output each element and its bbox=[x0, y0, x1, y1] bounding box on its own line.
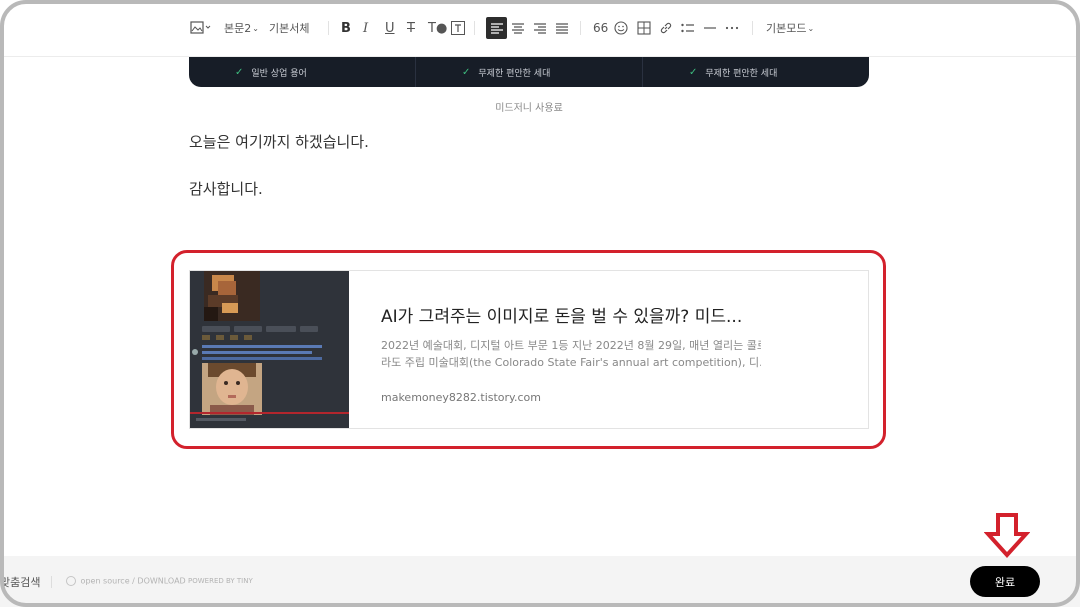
check-icon: ✓ bbox=[689, 66, 698, 78]
strikethrough-icon: T bbox=[407, 20, 415, 36]
banner-feature: ✓ 무제한 편안한 세대 bbox=[643, 57, 869, 87]
check-icon: ✓ bbox=[462, 66, 471, 78]
align-justify-icon bbox=[556, 22, 568, 34]
toolbar-divider bbox=[474, 21, 475, 35]
editor-toolbar: 본문2 ⌄ 기본서체 B I U T T● 66 기본모드 ⌄ bbox=[0, 0, 1080, 57]
paragraph-style-label: 본문2 bbox=[224, 22, 252, 35]
quote-button[interactable]: 66 bbox=[593, 17, 608, 39]
italic-icon: I bbox=[363, 20, 369, 36]
powered-by-label: POWERED BY TINY bbox=[188, 577, 253, 585]
editor-mode-label: 기본모드 bbox=[766, 22, 807, 35]
link-icon bbox=[660, 22, 672, 34]
align-right-button[interactable] bbox=[534, 17, 546, 39]
banner-feature: ✓ 일반 상업 용어 bbox=[189, 57, 416, 87]
list-icon bbox=[681, 23, 694, 33]
paragraph-style-select[interactable]: 본문2 ⌄ bbox=[224, 17, 259, 39]
emoji-button[interactable] bbox=[614, 17, 628, 39]
more-icon bbox=[725, 26, 739, 30]
font-select[interactable]: 기본서체 bbox=[269, 17, 309, 39]
toolbar-divider bbox=[580, 21, 581, 35]
horizontal-line-button[interactable] bbox=[703, 17, 717, 39]
text-color-icon: T● bbox=[428, 20, 448, 36]
chevron-down-icon: ⌄ bbox=[807, 23, 815, 33]
toolbar-divider bbox=[328, 21, 329, 35]
italic-button[interactable]: I bbox=[363, 17, 368, 39]
body-paragraph[interactable]: 오늘은 여기까지 하겠습니다. bbox=[189, 131, 369, 152]
banner-feature: ✓ 무제한 편안한 세대 bbox=[416, 57, 643, 87]
custom-search-link[interactable]: 맞춤검색 bbox=[0, 574, 40, 590]
quote-icon: 66 bbox=[593, 21, 609, 35]
banner-feature-text: 무제한 편안한 세대 bbox=[705, 68, 778, 79]
check-icon: ✓ bbox=[235, 66, 244, 78]
open-source-label: open source / DOWNLOAD bbox=[80, 576, 186, 586]
link-button[interactable] bbox=[659, 17, 673, 39]
underline-button[interactable]: U bbox=[385, 17, 395, 39]
done-button[interactable]: 완료 bbox=[970, 566, 1040, 597]
bold-button[interactable]: B bbox=[341, 17, 351, 39]
text-background-icon bbox=[451, 21, 465, 35]
image-icon bbox=[190, 21, 211, 34]
chevron-down-icon: ⌄ bbox=[252, 23, 259, 33]
bold-icon: B bbox=[341, 20, 351, 36]
list-button[interactable] bbox=[681, 17, 695, 39]
editor-mode-select[interactable]: 기본모드 ⌄ bbox=[766, 17, 814, 39]
strikethrough-button[interactable]: T bbox=[407, 17, 415, 39]
body-paragraph[interactable]: 감사합니다. bbox=[189, 178, 263, 199]
horizontal-line-icon bbox=[704, 27, 716, 29]
font-label: 기본서체 bbox=[269, 22, 310, 35]
emoji-icon bbox=[614, 21, 628, 35]
footer-divider bbox=[51, 576, 52, 588]
open-source-icon bbox=[66, 576, 76, 586]
highlight-box bbox=[171, 250, 886, 449]
align-left-icon bbox=[490, 22, 503, 34]
toolbar-divider bbox=[752, 21, 753, 35]
pricing-image-bottom: ✓ 일반 상업 용어 ✓ 무제한 편안한 세대 ✓ 무제한 편안한 세대 bbox=[189, 57, 869, 87]
table-icon bbox=[637, 21, 651, 35]
down-arrow-icon bbox=[984, 513, 1030, 558]
text-color-button[interactable]: T● bbox=[428, 17, 447, 39]
underline-icon: U bbox=[385, 20, 395, 36]
open-source-link[interactable]: open source / DOWNLOAD bbox=[66, 576, 186, 586]
align-center-button[interactable] bbox=[512, 17, 524, 39]
align-center-icon bbox=[512, 22, 524, 34]
banner-feature-text: 일반 상업 용어 bbox=[251, 68, 307, 79]
align-right-icon bbox=[534, 22, 546, 34]
align-left-button[interactable] bbox=[486, 17, 507, 39]
image-caption[interactable]: 미드저니 사용료 bbox=[189, 99, 869, 114]
more-button[interactable] bbox=[725, 17, 739, 39]
text-background-button[interactable] bbox=[451, 17, 465, 39]
banner-feature-text: 무제한 편안한 세대 bbox=[478, 68, 551, 79]
table-button[interactable] bbox=[637, 17, 651, 39]
image-insert-button[interactable] bbox=[190, 17, 212, 39]
align-justify-button[interactable] bbox=[556, 17, 568, 39]
editor-footer: 맞춤검색 open source / DOWNLOAD POWERED BY T… bbox=[0, 556, 1080, 607]
